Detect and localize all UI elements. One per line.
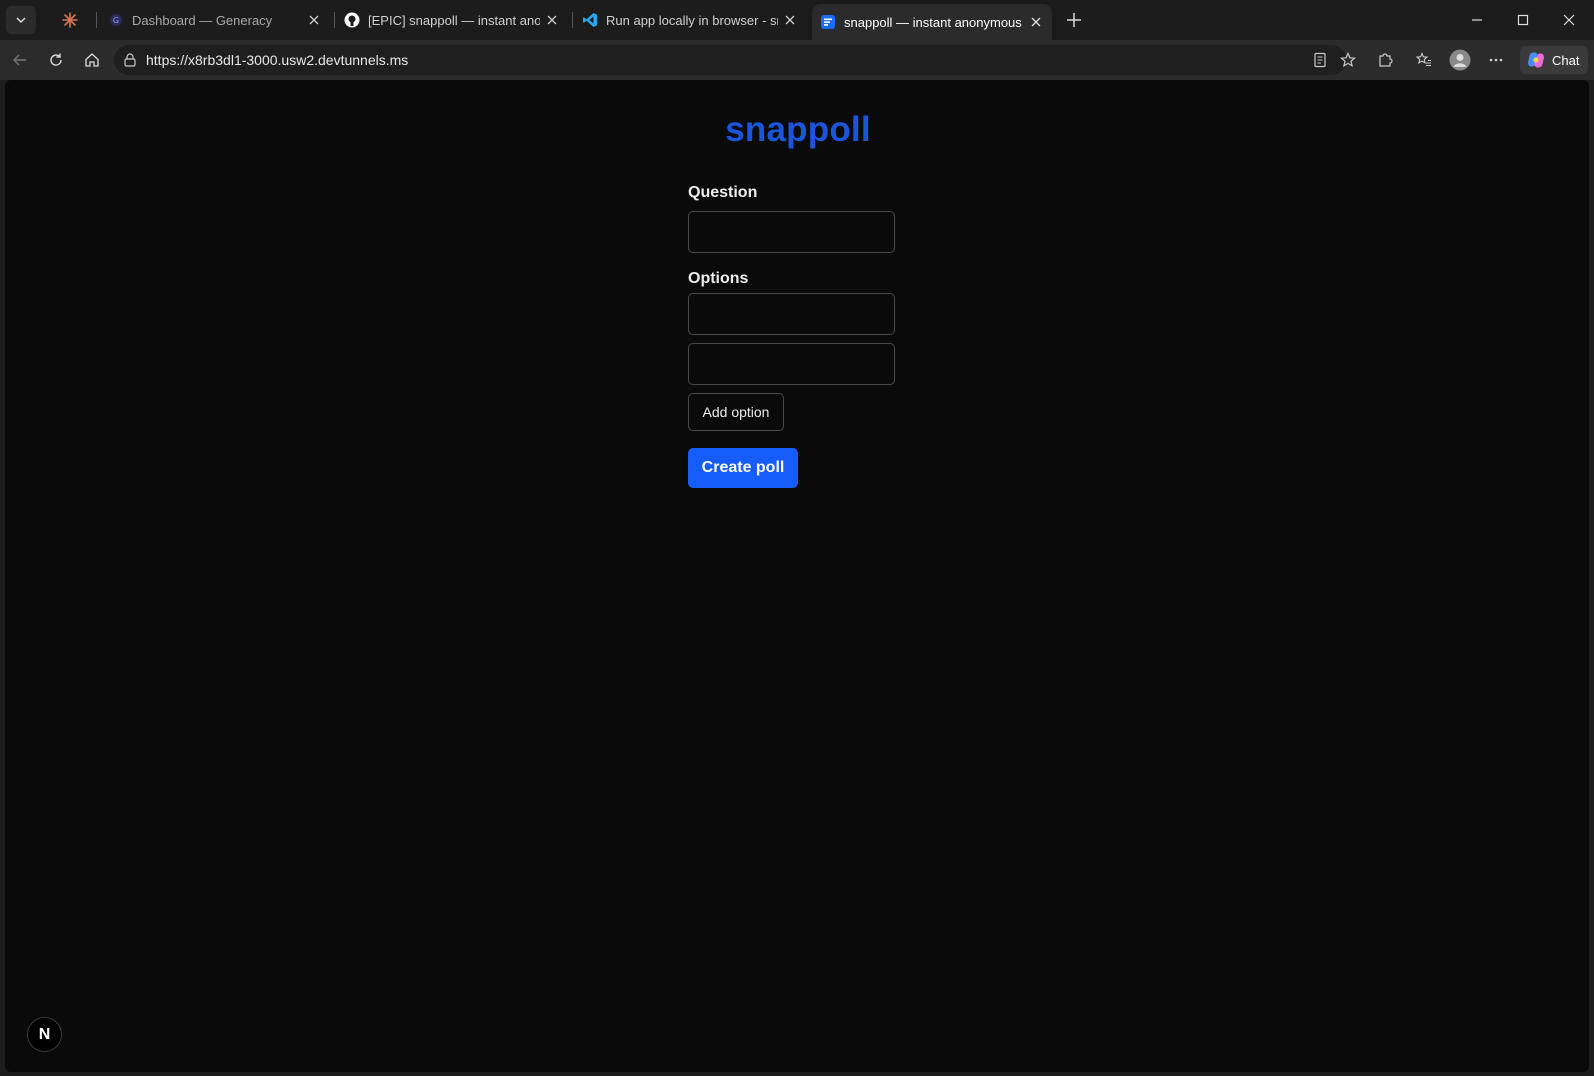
url-text: https://x8rb3dl1-3000.usw2.devtunnels.ms (146, 52, 409, 68)
tab-pinned-claude[interactable] (52, 4, 88, 36)
question-input[interactable] (688, 211, 895, 253)
svg-text:G: G (113, 16, 119, 25)
tab-separator (572, 12, 573, 28)
page-icon (820, 14, 836, 30)
close-window-button[interactable] (1546, 0, 1592, 40)
ellipsis-icon (1489, 58, 1503, 62)
generacy-icon: G (108, 12, 124, 28)
reading-view-button[interactable] (1308, 48, 1332, 72)
tab-github-epic[interactable]: [EPIC] snappoll — instant anonymous poll… (336, 4, 568, 36)
tab-title: Run app locally in browser - snappoll (606, 12, 778, 28)
profile-button[interactable] (1448, 48, 1472, 72)
tab-title: Dashboard — Generacy (132, 12, 273, 28)
back-button[interactable] (8, 48, 32, 72)
puzzle-icon (1379, 53, 1393, 67)
address-bar[interactable]: https://x8rb3dl1-3000.usw2.devtunnels.ms (114, 45, 1346, 75)
copilot-chat-button[interactable]: Chat (1520, 46, 1588, 74)
tab-run-app-locally[interactable]: Run app locally in browser - snappoll (574, 4, 806, 36)
maximize-button[interactable] (1500, 0, 1546, 40)
favorite-button[interactable] (1336, 48, 1360, 72)
copilot-icon (1528, 52, 1544, 68)
nextjs-dev-indicator[interactable]: N (27, 1017, 62, 1052)
tab-dashboard-generacy[interactable]: G Dashboard — Generacy (100, 4, 330, 36)
vscode-icon (582, 12, 598, 28)
refresh-button[interactable] (44, 48, 68, 72)
reading-view-icon (1314, 52, 1326, 68)
options-label: Options (688, 270, 749, 287)
home-button[interactable] (80, 48, 104, 72)
close-icon[interactable] (306, 12, 322, 28)
add-option-button[interactable]: Add option (688, 393, 784, 431)
tab-separator (96, 12, 97, 28)
close-icon[interactable] (782, 12, 798, 28)
favorites-button[interactable] (1412, 48, 1436, 72)
tab-separator (334, 12, 335, 28)
claude-sparkle-icon (62, 12, 78, 28)
minimize-button[interactable] (1454, 0, 1500, 40)
more-options-button[interactable] (1484, 48, 1508, 72)
lock-icon (124, 53, 136, 67)
plus-icon (1067, 13, 1081, 27)
tab-title: snappoll — instant anonymous polls (844, 14, 1024, 30)
home-icon (85, 53, 99, 67)
tab-strip: G Dashboard — Generacy [EPIC] snappoll —… (0, 0, 1594, 40)
refresh-icon (50, 53, 62, 66)
create-poll-button[interactable]: Create poll (688, 448, 798, 488)
close-icon (1563, 14, 1575, 26)
page-title: snappoll (725, 110, 871, 149)
star-icon (1340, 52, 1356, 68)
favorites-list-icon (1416, 52, 1431, 67)
tab-title: [EPIC] snappoll — instant anonymous poll… (368, 12, 540, 28)
question-label: Question (688, 184, 758, 201)
avatar-icon (1449, 49, 1471, 71)
chat-label: Chat (1552, 52, 1580, 68)
option-input-2[interactable] (688, 343, 895, 385)
chevron-down-icon (16, 17, 26, 24)
minimize-icon (1472, 19, 1482, 21)
back-arrow-icon (13, 54, 26, 66)
new-tab-button[interactable] (1062, 8, 1086, 32)
option-input-1[interactable] (688, 293, 895, 335)
tab-snappoll-active[interactable]: snappoll — instant anonymous polls (812, 4, 1052, 40)
github-icon (344, 12, 360, 28)
close-icon[interactable] (544, 12, 560, 28)
maximize-icon (1517, 14, 1529, 26)
extensions-button[interactable] (1373, 48, 1397, 72)
close-icon[interactable] (1028, 14, 1044, 30)
tab-actions-menu-button[interactable] (6, 6, 36, 34)
